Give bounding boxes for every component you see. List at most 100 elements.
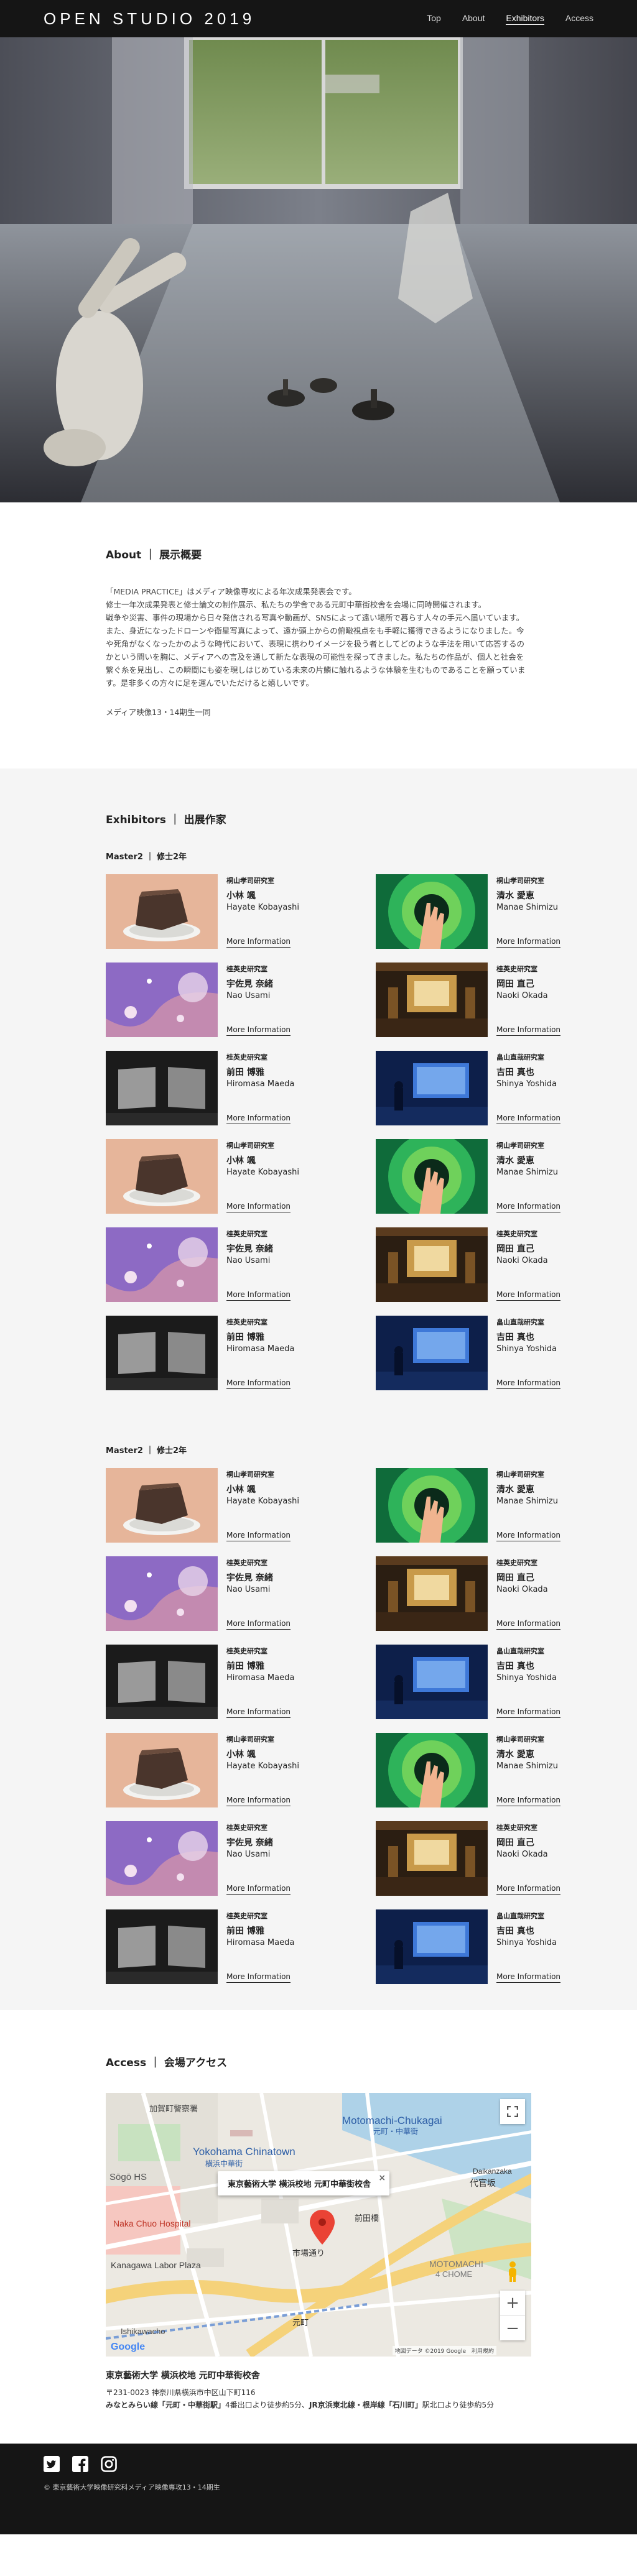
exhibitor-thumbnail[interactable] xyxy=(376,1227,488,1302)
exhibitor-thumbnail[interactable] xyxy=(376,1316,488,1390)
access-title: Access ｜ 会場アクセス xyxy=(106,2057,228,2069)
more-information-link[interactable]: More Information xyxy=(496,1531,561,1541)
exhibitors-section: Exhibitors ｜ 出展作家 Master2 ｜ 修士2年 桐山孝司研究室小… xyxy=(0,769,637,2010)
exhibitor-name-en: Hayate Kobayashi xyxy=(226,1761,299,1771)
map-zoom-control: + − xyxy=(500,2291,525,2340)
nav-access[interactable]: Access xyxy=(565,13,593,25)
exhibitor-thumbnail[interactable] xyxy=(106,1733,218,1807)
exhibitor-thumbnail[interactable] xyxy=(106,1821,218,1896)
exhibitor-thumbnail[interactable] xyxy=(376,1645,488,1719)
exhibitor-thumbnail[interactable] xyxy=(106,963,218,1037)
map-canvas: Yokohama Chinatown 横浜中華街 Motomachi-Chuka… xyxy=(106,2093,531,2357)
exhibitor-thumbnail[interactable] xyxy=(106,1468,218,1543)
more-information-link[interactable]: More Information xyxy=(496,1114,561,1124)
exhibitor-grid: 桐山孝司研究室 小林 颯 Hayate Kobayashi More Informat… xyxy=(106,1468,561,1984)
more-information-link[interactable]: More Information xyxy=(226,1619,291,1630)
map-zoom-out-button[interactable]: − xyxy=(500,2315,525,2340)
more-information-link[interactable]: More Information xyxy=(496,1884,561,1895)
more-information-link[interactable]: More Information xyxy=(226,1025,291,1036)
map-attribution[interactable]: 地図データ ©2019 Google 利用規約 xyxy=(392,2346,496,2355)
exhibitor-info: 畠山直哉研究室 吉田 真也 Shinya Yoshida More Informati… xyxy=(488,1909,561,1984)
google-logo: Google xyxy=(111,2342,146,2352)
more-information-link[interactable]: More Information xyxy=(496,1202,561,1212)
nav-exhibitors[interactable]: Exhibitors xyxy=(506,13,544,25)
exhibitor-lab: 桐山孝司研究室 xyxy=(226,877,274,885)
exhibitor-thumbnail[interactable] xyxy=(376,1556,488,1631)
exhibitor-thumbnail[interactable] xyxy=(376,1909,488,1984)
about-paragraph-1: 「MEDIA PRACTICE」はメディア映像専攻による年次成果発表会です。 xyxy=(106,587,356,596)
exhibitor-lab: 桐山孝司研究室 xyxy=(226,1735,274,1743)
exhibitor-lab: 桂英史研究室 xyxy=(226,1053,267,1061)
exhibitor-thumbnail[interactable] xyxy=(106,1316,218,1390)
exhibitor-card: 畠山直哉研究室 吉田 真也 Shinya Yoshida More Informati… xyxy=(376,1909,593,1984)
nav-top[interactable]: Top xyxy=(427,13,441,25)
exhibitor-thumbnail[interactable] xyxy=(106,1556,218,1631)
exhibitor-card: 桂英史研究室 宇佐見 奈緒 Nao Usami More Information xyxy=(106,1821,323,1896)
more-information-link[interactable]: More Information xyxy=(496,937,561,948)
exhibitor-card: 桂英史研究室 前田 博雅 Hiromasa Maeda More Informatio… xyxy=(106,1316,323,1390)
facebook-icon[interactable] xyxy=(72,2456,88,2472)
more-information-link[interactable]: More Information xyxy=(496,1025,561,1036)
more-information-link[interactable]: More Information xyxy=(226,1972,291,1983)
exhibitor-thumbnail[interactable] xyxy=(376,1139,488,1214)
more-information-link[interactable]: More Information xyxy=(226,1796,291,1806)
exhibitor-info: 桂英史研究室 岡田 直己 Naoki Okada More Information xyxy=(488,963,561,1037)
exhibitor-name-jp: 小林 颯 xyxy=(226,1750,256,1760)
more-information-link[interactable]: More Information xyxy=(226,937,291,948)
map-fullscreen-button[interactable] xyxy=(500,2099,525,2124)
exhibitor-info: 桂英史研究室 岡田 直己 Naoki Okada More Information xyxy=(488,1821,561,1896)
more-information-link[interactable]: More Information xyxy=(496,1619,561,1630)
more-information-link[interactable]: More Information xyxy=(226,1202,291,1212)
exhibitor-name-en: Hayate Kobayashi xyxy=(226,903,299,912)
exhibitor-thumbnail[interactable] xyxy=(106,1051,218,1125)
exhibitor-thumbnail[interactable] xyxy=(106,1645,218,1719)
exhibitor-name-en: Shinya Yoshida xyxy=(496,1938,557,1947)
fullscreen-icon xyxy=(507,2106,518,2117)
map-label-chinatown-jp: 横浜中華街 xyxy=(205,2159,243,2168)
more-information-link[interactable]: More Information xyxy=(496,1378,561,1389)
more-information-link[interactable]: More Information xyxy=(226,1290,291,1301)
map-label-daikanzaka-en: Daikanzaka xyxy=(473,2167,512,2176)
map-zoom-in-button[interactable]: + xyxy=(500,2291,525,2315)
exhibitor-thumbnail[interactable] xyxy=(106,874,218,949)
exhibitor-info: 桂英史研究室 岡田 直己 Naoki Okada More Information xyxy=(488,1227,561,1302)
exhibitor-thumbnail[interactable] xyxy=(106,1139,218,1214)
more-information-link[interactable]: More Information xyxy=(226,1114,291,1124)
more-information-link[interactable]: More Information xyxy=(496,1972,561,1983)
map-label-motomachi-area: MOTOMACHI xyxy=(429,2259,483,2269)
exhibitor-name-jp: 宇佐見 奈緒 xyxy=(226,1244,273,1254)
exhibitor-name-en: Naoki Okada xyxy=(496,1585,548,1594)
more-information-link[interactable]: More Information xyxy=(496,1796,561,1806)
instagram-icon[interactable] xyxy=(101,2456,117,2472)
nav-about[interactable]: About xyxy=(462,13,485,25)
exhibitor-name-en: Shinya Yoshida xyxy=(496,1673,557,1683)
exhibitor-thumbnail[interactable] xyxy=(376,963,488,1037)
exhibitor-info: 桐山孝司研究室 小林 颯 Hayate Kobayashi More Informat… xyxy=(218,1733,299,1807)
exhibitor-card: 桐山孝司研究室 小林 颯 Hayate Kobayashi More Informat… xyxy=(106,1468,323,1543)
more-information-link[interactable]: More Information xyxy=(226,1531,291,1541)
exhibitor-info: 桂英史研究室 宇佐見 奈緒 Nao Usami More Information xyxy=(218,1556,291,1631)
hero-image xyxy=(0,37,637,502)
more-information-link[interactable]: More Information xyxy=(496,1707,561,1718)
exhibitor-card: 桂英史研究室 岡田 直己 Naoki Okada More Information xyxy=(376,1821,593,1896)
exhibitor-group-title: Master2 ｜ 修士2年 xyxy=(106,852,187,862)
exhibitor-thumbnail[interactable] xyxy=(376,1051,488,1125)
exhibitor-thumbnail[interactable] xyxy=(376,1468,488,1543)
exhibitor-thumbnail[interactable] xyxy=(376,874,488,949)
google-map[interactable]: Yokohama Chinatown 横浜中華街 Motomachi-Chuka… xyxy=(106,2093,531,2357)
more-information-link[interactable]: More Information xyxy=(496,1290,561,1301)
venue-address: 〒231-0023 神奈川県横浜市中区山下町116 みなとみらい線「元町・中華街… xyxy=(106,2386,531,2411)
site-logo[interactable]: OPEN STUDIO 2019 xyxy=(44,9,255,29)
more-information-link[interactable]: More Information xyxy=(226,1884,291,1895)
twitter-icon[interactable] xyxy=(44,2456,60,2472)
exhibitor-thumbnail[interactable] xyxy=(106,1227,218,1302)
exhibitor-thumbnail[interactable] xyxy=(376,1821,488,1896)
exhibitor-thumbnail[interactable] xyxy=(106,1909,218,1984)
more-information-link[interactable]: More Information xyxy=(226,1707,291,1718)
exhibitor-thumbnail[interactable] xyxy=(376,1733,488,1807)
more-information-link[interactable]: More Information xyxy=(226,1378,291,1389)
pegman-icon[interactable] xyxy=(506,2261,519,2282)
exhibitor-name-en: Nao Usami xyxy=(226,1850,271,1859)
exhibitor-name-en: Naoki Okada xyxy=(496,1850,548,1859)
map-popup-close-button[interactable]: × xyxy=(378,2173,386,2183)
